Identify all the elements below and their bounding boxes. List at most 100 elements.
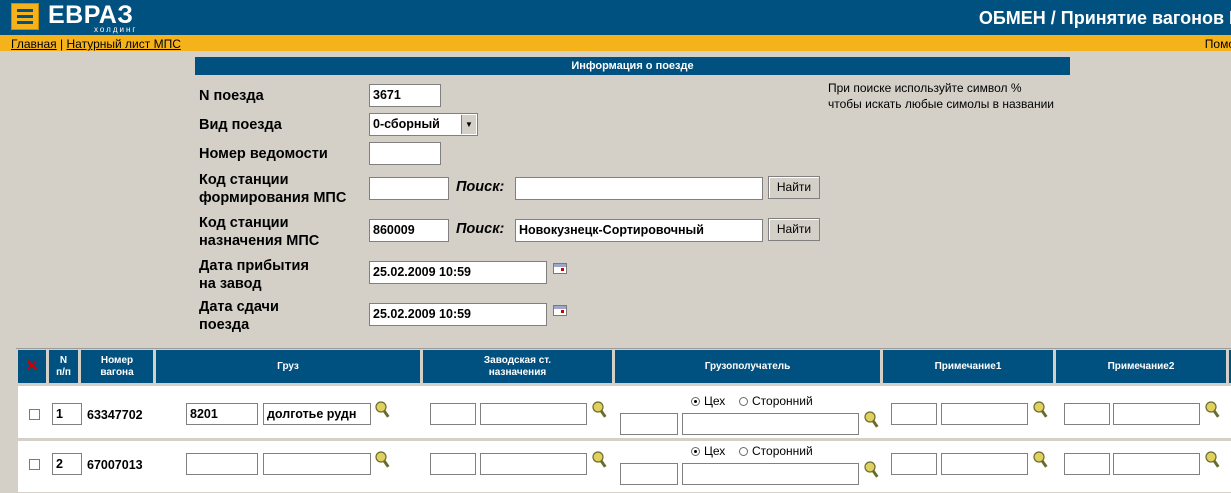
breadcrumb-current-link[interactable]: Натурный лист МПС	[67, 37, 181, 51]
lookup-icon[interactable]	[1033, 451, 1049, 469]
note1-code-input[interactable]	[891, 403, 937, 425]
column-header-note2: Примечание2	[1056, 350, 1226, 383]
column-header-wagon: Номер вагона	[81, 350, 153, 383]
consignee-code-input[interactable]	[620, 413, 678, 435]
origin-station-code-input[interactable]	[369, 177, 449, 200]
statement-number-label: Номер ведомости	[199, 146, 328, 162]
origin-station-search-input[interactable]	[515, 177, 763, 200]
origin-find-button[interactable]: Найти	[768, 176, 820, 199]
factory-station-name-input[interactable]	[480, 453, 587, 475]
lookup-icon[interactable]	[375, 451, 391, 469]
row-checkbox[interactable]	[29, 409, 40, 420]
origin-search-label: Поиск:	[456, 179, 505, 195]
row-checkbox[interactable]	[29, 459, 40, 470]
lookup-icon[interactable]	[1033, 401, 1049, 419]
consignee-workshop-label: Цех	[704, 394, 726, 408]
dest-station-label-line1: Код станции	[199, 215, 289, 231]
consignee-workshop-radio[interactable]	[691, 397, 700, 406]
consignee-code-input[interactable]	[620, 463, 678, 485]
train-type-value: 0-сборный	[373, 117, 440, 131]
origin-station-label-line1: Код станции	[199, 172, 289, 188]
train-number-label: N поезда	[199, 88, 264, 104]
column-header-wagon-line2: вагона	[100, 366, 134, 378]
cargo-code-input[interactable]: 8201	[186, 403, 258, 425]
search-hint-line1: При поиске используйте символ %	[828, 81, 1022, 95]
lookup-icon[interactable]	[864, 411, 880, 429]
consignee-external-radio[interactable]	[739, 397, 748, 406]
consignee-name-input[interactable]	[682, 463, 859, 485]
train-type-select[interactable]: 0-сборный ▼	[369, 113, 478, 136]
consignee-external-label: Сторонний	[752, 394, 813, 408]
train-number-input[interactable]: 3671	[369, 84, 441, 107]
column-header-factory-station: Заводская ст. назначения	[423, 350, 612, 383]
help-link[interactable]: Помо	[1205, 37, 1231, 51]
row-number-input[interactable]: 2	[52, 453, 82, 475]
dest-station-code-input[interactable]: 860009	[369, 219, 449, 242]
search-hint-line2: чтобы искать любые симолы в названии	[828, 97, 1054, 111]
wagon-number: 67007013	[87, 458, 143, 472]
lookup-icon[interactable]	[864, 461, 880, 479]
handover-date-label-line2: поезда	[199, 317, 250, 333]
note1-text-input[interactable]	[941, 403, 1028, 425]
calendar-icon[interactable]	[553, 263, 567, 274]
lookup-icon[interactable]	[1205, 401, 1221, 419]
delete-icon[interactable]: ✕	[18, 350, 46, 383]
handover-date-label: Дата сдачи поезда	[199, 298, 279, 334]
dest-station-search-input[interactable]: Новокузнецк-Сортировочный	[515, 219, 763, 242]
cargo-code-input[interactable]	[186, 453, 258, 475]
dest-search-label: Поиск:	[456, 221, 505, 237]
chevron-down-icon[interactable]: ▼	[461, 115, 476, 134]
column-header-number: Nп/п	[49, 350, 78, 383]
dest-station-label-line2: назначения МПС	[199, 233, 320, 249]
consignee-workshop-radio[interactable]	[691, 447, 700, 456]
consignee-external-label: Сторонний	[752, 444, 813, 458]
factory-station-code-input[interactable]	[430, 403, 476, 425]
logo-subtitle: холдинг	[94, 25, 138, 34]
column-header-consignee: Грузополучатель	[615, 350, 880, 383]
lookup-icon[interactable]	[1205, 451, 1221, 469]
menu-icon[interactable]	[11, 3, 39, 30]
origin-station-label: Код станции формирования МПС	[199, 171, 346, 207]
breadcrumb-bar	[0, 35, 1231, 51]
factory-station-name-input[interactable]	[480, 403, 587, 425]
column-header-factory-line2: назначения	[488, 366, 547, 378]
consignee-external-radio[interactable]	[739, 447, 748, 456]
arrival-date-label-line2: на завод	[199, 276, 262, 292]
search-hint: При поиске используйте символ % чтобы ис…	[828, 80, 1054, 112]
arrival-date-label-line1: Дата прибытия	[199, 258, 309, 274]
origin-station-label-line2: формирования МПС	[199, 190, 347, 206]
note2-code-input[interactable]	[1064, 403, 1110, 425]
train-type-label: Вид поезда	[199, 117, 282, 133]
note2-text-input[interactable]	[1113, 453, 1200, 475]
column-header-note1: Примечание1	[883, 350, 1053, 383]
statement-number-input[interactable]	[369, 142, 441, 165]
dest-find-button[interactable]: Найти	[768, 218, 820, 241]
lookup-icon[interactable]	[592, 451, 608, 469]
calendar-icon[interactable]	[553, 305, 567, 316]
arrival-date-label: Дата прибытия на завод	[199, 257, 309, 293]
column-header-wagon-line1: Номер	[100, 354, 134, 366]
cargo-name-input[interactable]: долготье рудн	[263, 403, 371, 425]
handover-date-input[interactable]: 25.02.2009 10:59	[369, 303, 547, 326]
note2-text-input[interactable]	[1113, 403, 1200, 425]
breadcrumb-home-link[interactable]: Главная	[11, 37, 57, 51]
column-header-number-line1: N	[59, 354, 68, 366]
lookup-icon[interactable]	[375, 401, 391, 419]
column-header-number-line2: п/п	[56, 366, 71, 378]
row-number-input[interactable]: 1	[52, 403, 82, 425]
cargo-name-input[interactable]	[263, 453, 371, 475]
lookup-icon[interactable]	[592, 401, 608, 419]
consignee-name-input[interactable]	[682, 413, 859, 435]
wagon-number: 63347702	[87, 408, 143, 422]
column-header-cargo: Груз	[156, 350, 420, 383]
note1-code-input[interactable]	[891, 453, 937, 475]
note1-text-input[interactable]	[941, 453, 1028, 475]
page-title: ОБМЕН / Принятие вагонов МП	[978, 8, 1231, 28]
breadcrumb: Главная | Натурный лист МПС	[11, 37, 181, 51]
section-header: Информация о поезде	[195, 57, 1070, 75]
handover-date-label-line1: Дата сдачи	[199, 299, 279, 315]
note2-code-input[interactable]	[1064, 453, 1110, 475]
arrival-date-input[interactable]: 25.02.2009 10:59	[369, 261, 547, 284]
factory-station-code-input[interactable]	[430, 453, 476, 475]
breadcrumb-separator: |	[60, 37, 64, 51]
